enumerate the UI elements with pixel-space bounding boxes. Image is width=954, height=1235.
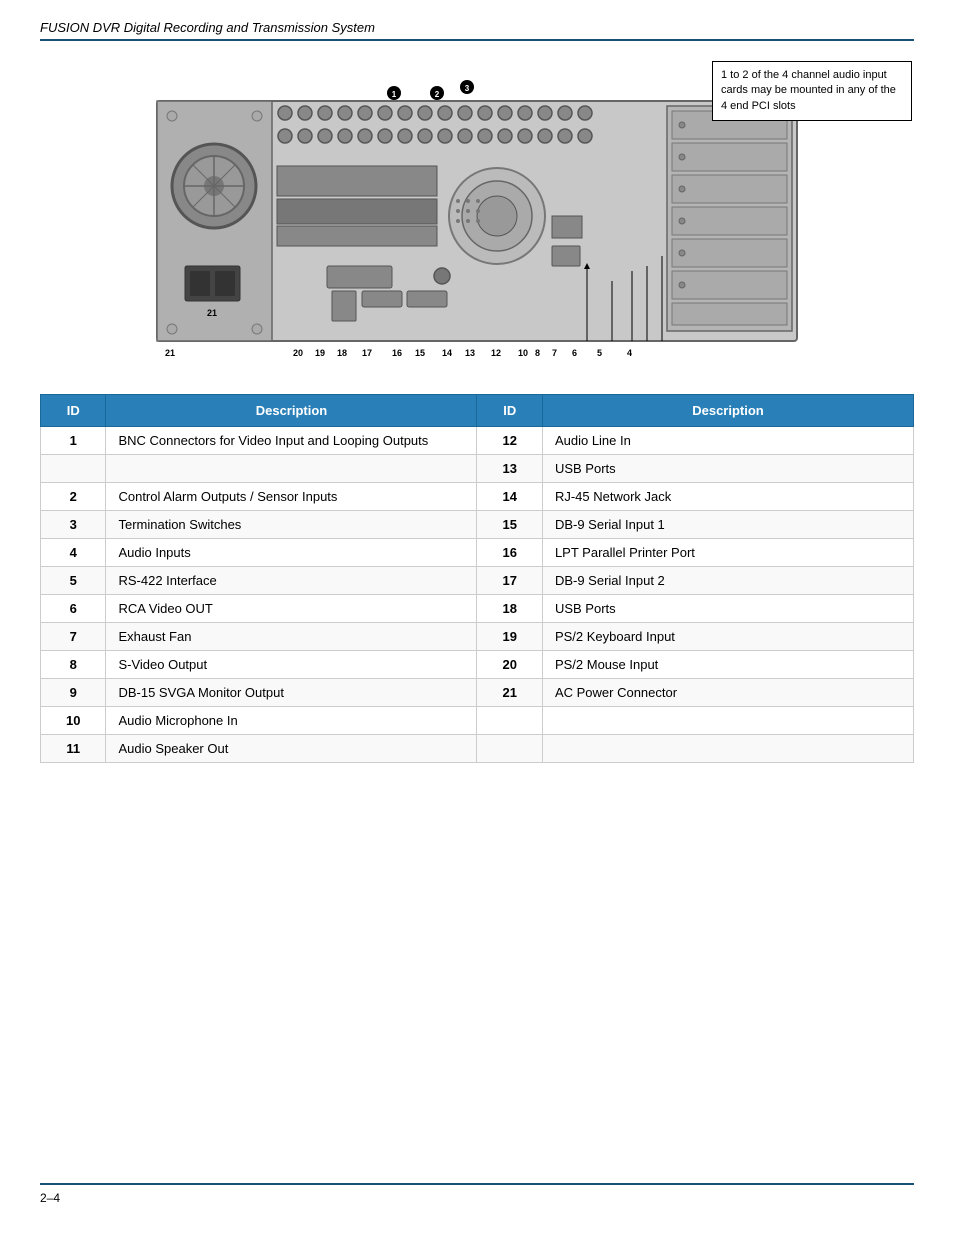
desc-cell-left: Audio Speaker Out [106, 735, 477, 763]
table-row: 10Audio Microphone In [41, 707, 914, 735]
id-cell-left: 11 [41, 735, 106, 763]
desc-cell-left: DB-15 SVGA Monitor Output [106, 679, 477, 707]
table-body: 1BNC Connectors for Video Input and Loop… [41, 427, 914, 763]
id-cell-right: 20 [477, 651, 542, 679]
desc-cell-left: Control Alarm Outputs / Sensor Inputs [106, 483, 477, 511]
id-cell-left: 6 [41, 595, 106, 623]
table-row: 1BNC Connectors for Video Input and Loop… [41, 427, 914, 455]
svg-text:20: 20 [293, 348, 303, 358]
desc-cell-right: AC Power Connector [542, 679, 913, 707]
id-cell-left: 9 [41, 679, 106, 707]
desc-cell-left: BNC Connectors for Video Input and Loopi… [106, 427, 477, 455]
page-footer: 2–4 [40, 1163, 914, 1205]
desc-cell-right: PS/2 Keyboard Input [542, 623, 913, 651]
svg-text:15: 15 [415, 348, 425, 358]
footer-divider [40, 1183, 914, 1185]
desc-cell-right: PS/2 Mouse Input [542, 651, 913, 679]
svg-text:7: 7 [552, 348, 557, 358]
svg-text:8: 8 [535, 348, 540, 358]
page-title: FUSION DVR Digital Recording and Transmi… [40, 20, 914, 35]
table-row: 3Termination Switches15DB-9 Serial Input… [41, 511, 914, 539]
id-cell-left: 8 [41, 651, 106, 679]
page-container: FUSION DVR Digital Recording and Transmi… [0, 0, 954, 1235]
table-container: ID Description ID Description 1BNC Conne… [40, 394, 914, 763]
svg-text:13: 13 [465, 348, 475, 358]
desc-cell-right [542, 735, 913, 763]
svg-text:21: 21 [165, 348, 175, 358]
col2-header: Description [106, 395, 477, 427]
id-cell-right: 17 [477, 567, 542, 595]
desc-cell-right: Audio Line In [542, 427, 913, 455]
col4-header: Description [542, 395, 913, 427]
desc-cell-right: USB Ports [542, 595, 913, 623]
desc-cell-left: Audio Microphone In [106, 707, 477, 735]
component-table: ID Description ID Description 1BNC Conne… [40, 394, 914, 763]
svg-text:17: 17 [362, 348, 372, 358]
id-cell-left: 5 [41, 567, 106, 595]
page-number: 2–4 [40, 1191, 914, 1205]
callout-text: 1 to 2 of the 4 channel audio input card… [721, 69, 896, 112]
id-cell-right [477, 735, 542, 763]
svg-text:18: 18 [337, 348, 347, 358]
id-cell-left: 7 [41, 623, 106, 651]
desc-cell-left: RCA Video OUT [106, 595, 477, 623]
desc-cell-left: Audio Inputs [106, 539, 477, 567]
col3-header: ID [477, 395, 542, 427]
id-cell-right [477, 707, 542, 735]
svg-text:12: 12 [491, 348, 501, 358]
svg-text:6: 6 [572, 348, 577, 358]
id-cell-right: 14 [477, 483, 542, 511]
desc-cell-left [106, 455, 477, 483]
id-cell-right: 12 [477, 427, 542, 455]
id-cell-left: 4 [41, 539, 106, 567]
id-cell-right: 13 [477, 455, 542, 483]
svg-text:14: 14 [442, 348, 452, 358]
table-row: 4Audio Inputs16LPT Parallel Printer Port [41, 539, 914, 567]
table-row: 8S-Video Output20PS/2 Mouse Input [41, 651, 914, 679]
id-cell-right: 15 [477, 511, 542, 539]
id-cell-right: 21 [477, 679, 542, 707]
header-divider [40, 39, 914, 41]
table-row: 13USB Ports [41, 455, 914, 483]
svg-text:10: 10 [518, 348, 528, 358]
desc-cell-right: RJ-45 Network Jack [542, 483, 913, 511]
table-row: 2Control Alarm Outputs / Sensor Inputs14… [41, 483, 914, 511]
svg-text:19: 19 [315, 348, 325, 358]
desc-cell-right: DB-9 Serial Input 1 [542, 511, 913, 539]
id-cell-right: 19 [477, 623, 542, 651]
svg-text:21: 21 [207, 308, 217, 318]
svg-text:3: 3 [465, 84, 470, 93]
desc-cell-right [542, 707, 913, 735]
desc-cell-left: Termination Switches [106, 511, 477, 539]
id-cell-left: 1 [41, 427, 106, 455]
id-cell-left: 2 [41, 483, 106, 511]
id-cell-left: 3 [41, 511, 106, 539]
svg-text:2: 2 [435, 90, 440, 99]
table-row: 9DB-15 SVGA Monitor Output21AC Power Con… [41, 679, 914, 707]
svg-text:4: 4 [627, 348, 632, 358]
desc-cell-right: LPT Parallel Printer Port [542, 539, 913, 567]
desc-cell-left: RS-422 Interface [106, 567, 477, 595]
col1-header: ID [41, 395, 106, 427]
desc-cell-right: DB-9 Serial Input 2 [542, 567, 913, 595]
diagram-area: 1 to 2 of the 4 channel audio input card… [40, 61, 914, 364]
svg-text:1: 1 [392, 90, 397, 99]
callout-box: 1 to 2 of the 4 channel audio input card… [712, 61, 912, 121]
id-cell-right: 18 [477, 595, 542, 623]
desc-cell-left: S-Video Output [106, 651, 477, 679]
id-cell-right: 16 [477, 539, 542, 567]
id-cell-left [41, 455, 106, 483]
svg-text:16: 16 [392, 348, 402, 358]
table-row: 5RS-422 Interface17DB-9 Serial Input 2 [41, 567, 914, 595]
page-header: FUSION DVR Digital Recording and Transmi… [40, 20, 914, 41]
table-header: ID Description ID Description [41, 395, 914, 427]
id-cell-left: 10 [41, 707, 106, 735]
table-row: 11Audio Speaker Out [41, 735, 914, 763]
table-row: 7Exhaust Fan19PS/2 Keyboard Input [41, 623, 914, 651]
desc-cell-left: Exhaust Fan [106, 623, 477, 651]
svg-text:5: 5 [597, 348, 602, 358]
table-row: 6RCA Video OUT18USB Ports [41, 595, 914, 623]
desc-cell-right: USB Ports [542, 455, 913, 483]
